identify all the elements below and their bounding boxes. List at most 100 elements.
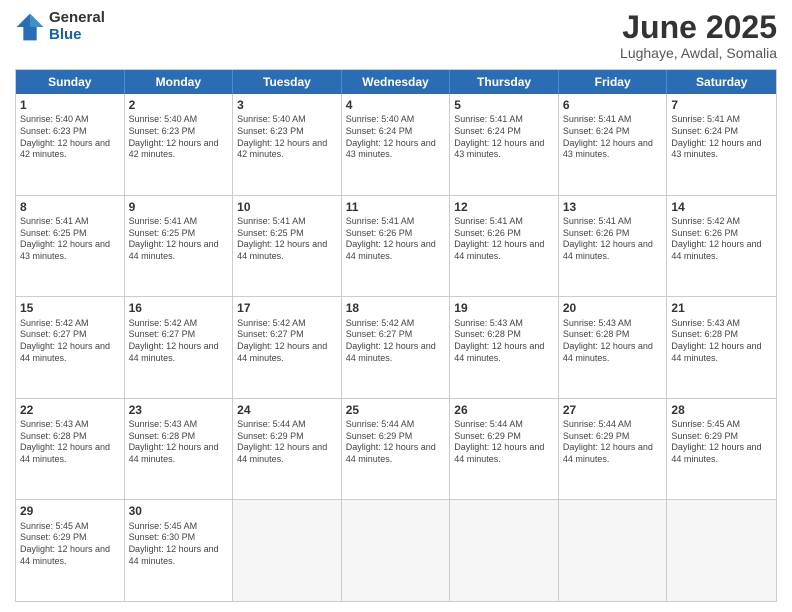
week-row-4: 22Sunrise: 5:43 AM Sunset: 6:28 PM Dayli… [16,398,776,500]
day-num-26: 26 [454,402,554,418]
logo-blue-text: Blue [49,27,105,44]
cell-w1-d7: 7Sunrise: 5:41 AM Sunset: 6:24 PM Daylig… [667,94,776,195]
week-row-5: 29Sunrise: 5:45 AM Sunset: 6:29 PM Dayli… [16,499,776,601]
cell-w3-d4: 18Sunrise: 5:42 AM Sunset: 6:27 PM Dayli… [342,297,451,398]
cell-info-8: Sunrise: 5:41 AM Sunset: 6:25 PM Dayligh… [20,216,120,263]
day-num-21: 21 [671,300,772,316]
cell-w4-d1: 22Sunrise: 5:43 AM Sunset: 6:28 PM Dayli… [16,399,125,500]
cell-w4-d3: 24Sunrise: 5:44 AM Sunset: 6:29 PM Dayli… [233,399,342,500]
header-friday: Friday [559,70,668,94]
day-num-23: 23 [129,402,229,418]
cell-w2-d2: 9Sunrise: 5:41 AM Sunset: 6:25 PM Daylig… [125,196,234,297]
day-num-17: 17 [237,300,337,316]
day-num-3: 3 [237,97,337,113]
day-num-20: 20 [563,300,663,316]
cell-info-19: Sunrise: 5:43 AM Sunset: 6:28 PM Dayligh… [454,318,554,365]
page: General Blue June 2025 Lughaye, Awdal, S… [0,0,792,612]
calendar: Sunday Monday Tuesday Wednesday Thursday… [15,69,777,602]
cell-info-24: Sunrise: 5:44 AM Sunset: 6:29 PM Dayligh… [237,419,337,466]
day-num-28: 28 [671,402,772,418]
cell-info-9: Sunrise: 5:41 AM Sunset: 6:25 PM Dayligh… [129,216,229,263]
cell-info-15: Sunrise: 5:42 AM Sunset: 6:27 PM Dayligh… [20,318,120,365]
day-num-22: 22 [20,402,120,418]
cell-info-16: Sunrise: 5:42 AM Sunset: 6:27 PM Dayligh… [129,318,229,365]
day-num-13: 13 [563,199,663,215]
week-row-1: 1Sunrise: 5:40 AM Sunset: 6:23 PM Daylig… [16,94,776,195]
cell-w1-d5: 5Sunrise: 5:41 AM Sunset: 6:24 PM Daylig… [450,94,559,195]
cell-w5-d1: 29Sunrise: 5:45 AM Sunset: 6:29 PM Dayli… [16,500,125,601]
logo: General Blue [15,10,105,43]
header-tuesday: Tuesday [233,70,342,94]
header-saturday: Saturday [667,70,776,94]
cell-w3-d1: 15 Sunrise: 5:42 AM Sunset: 6:27 PM Dayli… [16,297,125,398]
cell-w2-d7: 14Sunrise: 5:42 AM Sunset: 6:26 PM Dayli… [667,196,776,297]
logo-icon [15,12,45,42]
cell-w1-d1: 1Sunrise: 5:40 AM Sunset: 6:23 PM Daylig… [16,94,125,195]
cell-w1-d3: 3Sunrise: 5:40 AM Sunset: 6:23 PM Daylig… [233,94,342,195]
cell-info-6: Sunrise: 5:41 AM Sunset: 6:24 PM Dayligh… [563,114,663,161]
cell-info-25: Sunrise: 5:44 AM Sunset: 6:29 PM Dayligh… [346,419,446,466]
cell-w2-d3: 10Sunrise: 5:41 AM Sunset: 6:25 PM Dayli… [233,196,342,297]
cell-w2-d6: 13Sunrise: 5:41 AM Sunset: 6:26 PM Dayli… [559,196,668,297]
title-block: June 2025 Lughaye, Awdal, Somalia [620,10,777,61]
cell-info-10: Sunrise: 5:41 AM Sunset: 6:25 PM Dayligh… [237,216,337,263]
day-num-1: 1 [20,97,120,113]
header-thursday: Thursday [450,70,559,94]
header-wednesday: Wednesday [342,70,451,94]
day-num-18: 18 [346,300,446,316]
cell-info-11: Sunrise: 5:41 AM Sunset: 6:26 PM Dayligh… [346,216,446,263]
day-num-24: 24 [237,402,337,418]
cell-info-21: Sunrise: 5:43 AM Sunset: 6:28 PM Dayligh… [671,318,772,365]
day-num-7: 7 [671,97,772,113]
cell-w1-d6: 6Sunrise: 5:41 AM Sunset: 6:24 PM Daylig… [559,94,668,195]
cell-w5-d5 [450,500,559,601]
calendar-title: June 2025 [620,10,777,45]
cell-info-5: Sunrise: 5:41 AM Sunset: 6:24 PM Dayligh… [454,114,554,161]
calendar-subtitle: Lughaye, Awdal, Somalia [620,45,777,61]
cell-info-20: Sunrise: 5:43 AM Sunset: 6:28 PM Dayligh… [563,318,663,365]
cell-info-13: Sunrise: 5:41 AM Sunset: 6:26 PM Dayligh… [563,216,663,263]
calendar-header-row: Sunday Monday Tuesday Wednesday Thursday… [16,70,776,94]
cell-w2-d4: 11Sunrise: 5:41 AM Sunset: 6:26 PM Dayli… [342,196,451,297]
day-num-11: 11 [346,199,446,215]
day-num-14: 14 [671,199,772,215]
cell-info-30: Sunrise: 5:45 AM Sunset: 6:30 PM Dayligh… [129,521,229,568]
logo-text: General Blue [49,10,105,43]
cell-w4-d7: 28Sunrise: 5:45 AM Sunset: 6:29 PM Dayli… [667,399,776,500]
day-num-6: 6 [563,97,663,113]
cell-info-1: Sunrise: 5:40 AM Sunset: 6:23 PM Dayligh… [20,114,120,161]
day-num-16: 16 [129,300,229,316]
cell-w3-d2: 16 Sunrise: 5:42 AM Sunset: 6:27 PM Dayli… [125,297,234,398]
cell-w1-d4: 4Sunrise: 5:40 AM Sunset: 6:24 PM Daylig… [342,94,451,195]
header: General Blue June 2025 Lughaye, Awdal, S… [15,10,777,61]
cell-info-17: Sunrise: 5:42 AM Sunset: 6:27 PM Dayligh… [237,318,337,365]
day-num-10: 10 [237,199,337,215]
cell-w4-d4: 25Sunrise: 5:44 AM Sunset: 6:29 PM Dayli… [342,399,451,500]
calendar-body: 1Sunrise: 5:40 AM Sunset: 6:23 PM Daylig… [16,94,776,601]
cell-w3-d6: 20 Sunrise: 5:43 AM Sunset: 6:28 PM Dayli… [559,297,668,398]
cell-w5-d2: 30 Sunrise: 5:45 AM Sunset: 6:30 PM Dayli… [125,500,234,601]
cell-w5-d6 [559,500,668,601]
cell-w4-d5: 26Sunrise: 5:44 AM Sunset: 6:29 PM Dayli… [450,399,559,500]
cell-w2-d1: 8Sunrise: 5:41 AM Sunset: 6:25 PM Daylig… [16,196,125,297]
cell-w3-d5: 19Sunrise: 5:43 AM Sunset: 6:28 PM Dayli… [450,297,559,398]
day-num-30: 30 [129,503,229,519]
header-sunday: Sunday [16,70,125,94]
day-num-9: 9 [129,199,229,215]
cell-w5-d4 [342,500,451,601]
cell-info-27: Sunrise: 5:44 AM Sunset: 6:29 PM Dayligh… [563,419,663,466]
cell-info-22: Sunrise: 5:43 AM Sunset: 6:28 PM Dayligh… [20,419,120,466]
cell-info-2: Sunrise: 5:40 AM Sunset: 6:23 PM Dayligh… [129,114,229,161]
header-monday: Monday [125,70,234,94]
cell-w2-d5: 12Sunrise: 5:41 AM Sunset: 6:26 PM Dayli… [450,196,559,297]
day-num-27: 27 [563,402,663,418]
cell-w5-d3 [233,500,342,601]
day-num-15: 15 [20,300,120,316]
day-num-2: 2 [129,97,229,113]
cell-info-14: Sunrise: 5:42 AM Sunset: 6:26 PM Dayligh… [671,216,772,263]
week-row-3: 15 Sunrise: 5:42 AM Sunset: 6:27 PM Dayli… [16,296,776,398]
day-num-12: 12 [454,199,554,215]
cell-w1-d2: 2Sunrise: 5:40 AM Sunset: 6:23 PM Daylig… [125,94,234,195]
cell-info-4: Sunrise: 5:40 AM Sunset: 6:24 PM Dayligh… [346,114,446,161]
cell-info-23: Sunrise: 5:43 AM Sunset: 6:28 PM Dayligh… [129,419,229,466]
